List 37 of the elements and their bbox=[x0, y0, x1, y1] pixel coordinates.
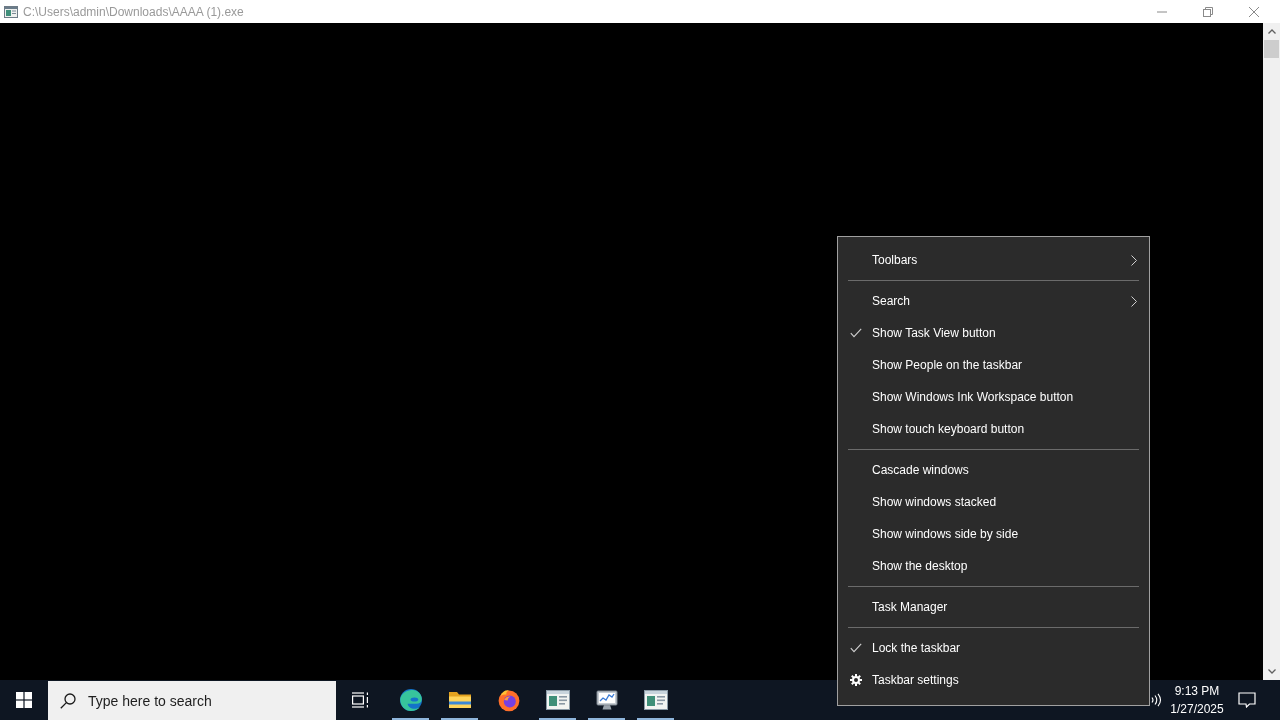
folder-icon[interactable] bbox=[447, 690, 472, 710]
menu-item[interactable]: Search bbox=[838, 285, 1149, 317]
menu-item[interactable]: Show touch keyboard button bbox=[838, 413, 1149, 445]
scrollbar-thumb[interactable] bbox=[1264, 40, 1279, 58]
window-icon[interactable] bbox=[545, 690, 570, 710]
task-view-icon[interactable] bbox=[351, 692, 369, 708]
window-icon[interactable] bbox=[643, 690, 668, 710]
chevron-right-icon bbox=[1131, 295, 1137, 307]
menu-item[interactable]: Show windows side by side bbox=[838, 518, 1149, 550]
menu-item[interactable]: Toolbars bbox=[838, 244, 1149, 276]
notification-icon[interactable] bbox=[1238, 692, 1256, 708]
menu-item[interactable]: Show Windows Ink Workspace button bbox=[838, 381, 1149, 413]
menu-item[interactable]: Show People on the taskbar bbox=[838, 349, 1149, 381]
clock-button[interactable]: 9:13 PM 1/27/2025 bbox=[1163, 680, 1231, 720]
search-field[interactable]: Type here to search bbox=[48, 681, 336, 720]
scroll-up-icon[interactable] bbox=[1267, 29, 1276, 34]
sound-waves-icon[interactable] bbox=[1151, 693, 1162, 707]
menu-item[interactable]: Taskbar settings bbox=[838, 664, 1149, 696]
menu-item[interactable]: Show Task View button bbox=[838, 317, 1149, 349]
browser-icon[interactable] bbox=[398, 688, 423, 712]
menu-item[interactable]: Show the desktop bbox=[838, 550, 1149, 582]
scroll-down-icon[interactable] bbox=[1267, 669, 1276, 674]
restore-icon[interactable] bbox=[1203, 6, 1213, 17]
monitor-chart-icon[interactable] bbox=[594, 688, 619, 712]
menu-item[interactable]: Task Manager bbox=[838, 591, 1149, 623]
menu-item[interactable]: Lock the taskbar bbox=[838, 632, 1149, 664]
chevron-right-icon bbox=[1131, 254, 1137, 266]
app-window-icon bbox=[4, 5, 18, 18]
gear-icon bbox=[850, 674, 862, 686]
windows-logo-icon[interactable] bbox=[16, 692, 32, 708]
flame-globe-icon[interactable] bbox=[496, 688, 521, 712]
menu-item[interactable]: Show windows stacked bbox=[838, 486, 1149, 518]
search-icon bbox=[60, 693, 76, 709]
scrollbar[interactable] bbox=[1263, 23, 1280, 680]
window-title: C:\Users\admin\Downloads\AAAA (1).exe bbox=[23, 4, 244, 19]
menu-item[interactable]: Cascade windows bbox=[838, 454, 1149, 486]
close-icon[interactable] bbox=[1249, 6, 1259, 17]
